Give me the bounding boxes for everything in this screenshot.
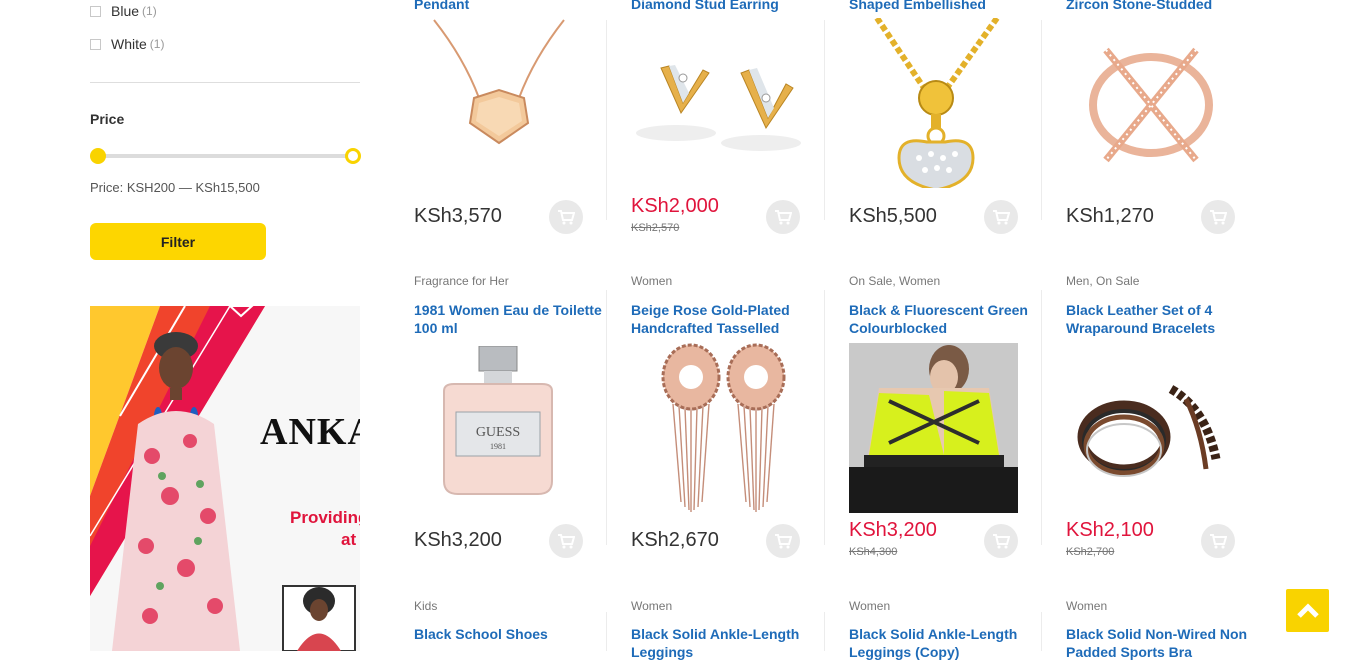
price-slider-range xyxy=(96,154,354,158)
product-title[interactable]: Black Solid Ankle-Length Leggings xyxy=(631,625,831,661)
column-separator xyxy=(1041,20,1042,220)
add-to-cart-button[interactable] xyxy=(1201,200,1235,234)
product-title[interactable]: Pendant xyxy=(414,0,614,13)
product-old-price: KSh4,300 xyxy=(849,546,898,558)
product-title[interactable]: Black Leather Set of 4 Wraparound Bracel… xyxy=(1066,301,1266,337)
product-image[interactable] xyxy=(849,18,1019,188)
banner-brand: ANKA xyxy=(260,411,360,453)
color-filter-blue[interactable]: Blue (1) xyxy=(90,2,157,20)
add-to-cart-button[interactable] xyxy=(984,200,1018,234)
price-filter-heading: Price xyxy=(90,111,125,127)
promo-banner[interactable]: ANKA Providing at xyxy=(90,306,360,651)
add-to-cart-icon xyxy=(775,210,792,225)
add-to-cart-icon xyxy=(558,210,575,225)
product-price: KSh1,270 xyxy=(1066,205,1154,227)
product-image[interactable]: GUESS 1981 xyxy=(434,346,564,501)
add-to-cart-button[interactable] xyxy=(1201,524,1235,558)
price-slider-min-handle[interactable] xyxy=(90,148,106,164)
add-to-cart-button[interactable] xyxy=(766,200,800,234)
product-category[interactable]: Women xyxy=(631,274,672,288)
product-sale-price: KSh2,000 xyxy=(631,195,719,217)
product-title[interactable]: Black Solid Non-Wired Non Padded Sports … xyxy=(1066,625,1266,661)
filter-label: White xyxy=(111,36,147,52)
product-sale-price: KSh3,200 xyxy=(849,519,937,541)
product-price: KSh3,200 xyxy=(414,529,502,551)
product-old-price: KSh2,700 xyxy=(1066,546,1115,558)
product-image[interactable] xyxy=(424,18,574,188)
product-category[interactable]: Women xyxy=(849,599,890,613)
back-to-top-button[interactable] xyxy=(1286,589,1329,632)
product-image[interactable] xyxy=(631,18,801,168)
price-range-label: Price: KSH200 — KSh15,500 xyxy=(90,180,260,195)
add-to-cart-button[interactable] xyxy=(549,200,583,234)
filter-count: (1) xyxy=(149,37,165,51)
product-sale-price: KSh2,100 xyxy=(1066,519,1154,541)
product-title[interactable]: Beige Rose Gold-Plated Handcrafted Tasse… xyxy=(631,301,831,337)
add-to-cart-icon xyxy=(775,534,792,549)
product-category[interactable]: On Sale, Women xyxy=(849,274,940,288)
column-separator xyxy=(824,20,825,220)
product-price: KSh3,570 xyxy=(414,205,502,227)
color-filter-white[interactable]: White (1) xyxy=(90,35,164,53)
product-image[interactable] xyxy=(651,342,791,514)
filter-count: (1) xyxy=(142,4,157,18)
product-title[interactable]: Zircon Stone-Studded xyxy=(1066,0,1266,13)
divider xyxy=(90,82,360,83)
product-category[interactable]: Women xyxy=(1066,599,1107,613)
product-image[interactable] xyxy=(849,343,1018,513)
product-title[interactable]: Shaped Embellished xyxy=(849,0,1049,13)
add-to-cart-button[interactable] xyxy=(984,524,1018,558)
product-price: KSh2,670 xyxy=(631,529,719,551)
product-title[interactable]: 1981 Women Eau de Toilette 100 ml xyxy=(414,301,614,337)
checkbox[interactable] xyxy=(90,38,101,50)
column-separator xyxy=(606,20,607,220)
product-old-price: KSh2,570 xyxy=(631,222,680,234)
banner-tagline: at xyxy=(341,530,357,549)
product-title[interactable]: Black School Shoes xyxy=(414,625,614,643)
banner-tagline: Providing xyxy=(290,508,360,527)
add-to-cart-icon xyxy=(993,210,1010,225)
product-category[interactable]: Men, On Sale xyxy=(1066,274,1139,288)
add-to-cart-icon xyxy=(558,534,575,549)
product-image[interactable] xyxy=(1076,379,1226,489)
product-image[interactable] xyxy=(1076,30,1226,180)
product-title[interactable]: Black Solid Ankle-Length Leggings (Copy) xyxy=(849,625,1049,661)
price-slider-track[interactable] xyxy=(96,154,354,158)
add-to-cart-icon xyxy=(1210,210,1227,225)
add-to-cart-button[interactable] xyxy=(549,524,583,558)
product-category[interactable]: Women xyxy=(631,599,672,613)
add-to-cart-icon xyxy=(1210,534,1227,549)
product-category[interactable]: Fragrance for Her xyxy=(414,274,509,288)
filter-label: Blue xyxy=(111,3,140,19)
product-title[interactable]: Diamond Stud Earring xyxy=(631,0,831,13)
filter-button[interactable]: Filter xyxy=(90,223,266,260)
product-price: KSh5,500 xyxy=(849,205,937,227)
add-to-cart-icon xyxy=(993,534,1010,549)
price-slider-max-handle[interactable] xyxy=(345,148,361,164)
perfume-label-brand: GUESS xyxy=(476,425,520,440)
chevron-up-icon xyxy=(1296,602,1319,618)
product-title[interactable]: Black & Fluorescent Green Colourblocked xyxy=(849,301,1049,337)
shop-sidebar: Blue (1) White (1) Price Price: KSH200 —… xyxy=(90,0,361,651)
product-category[interactable]: Kids xyxy=(414,599,437,613)
checkbox[interactable] xyxy=(90,5,101,17)
banner-artwork xyxy=(90,306,356,651)
perfume-label-sub: 1981 xyxy=(490,442,506,451)
add-to-cart-button[interactable] xyxy=(766,524,800,558)
